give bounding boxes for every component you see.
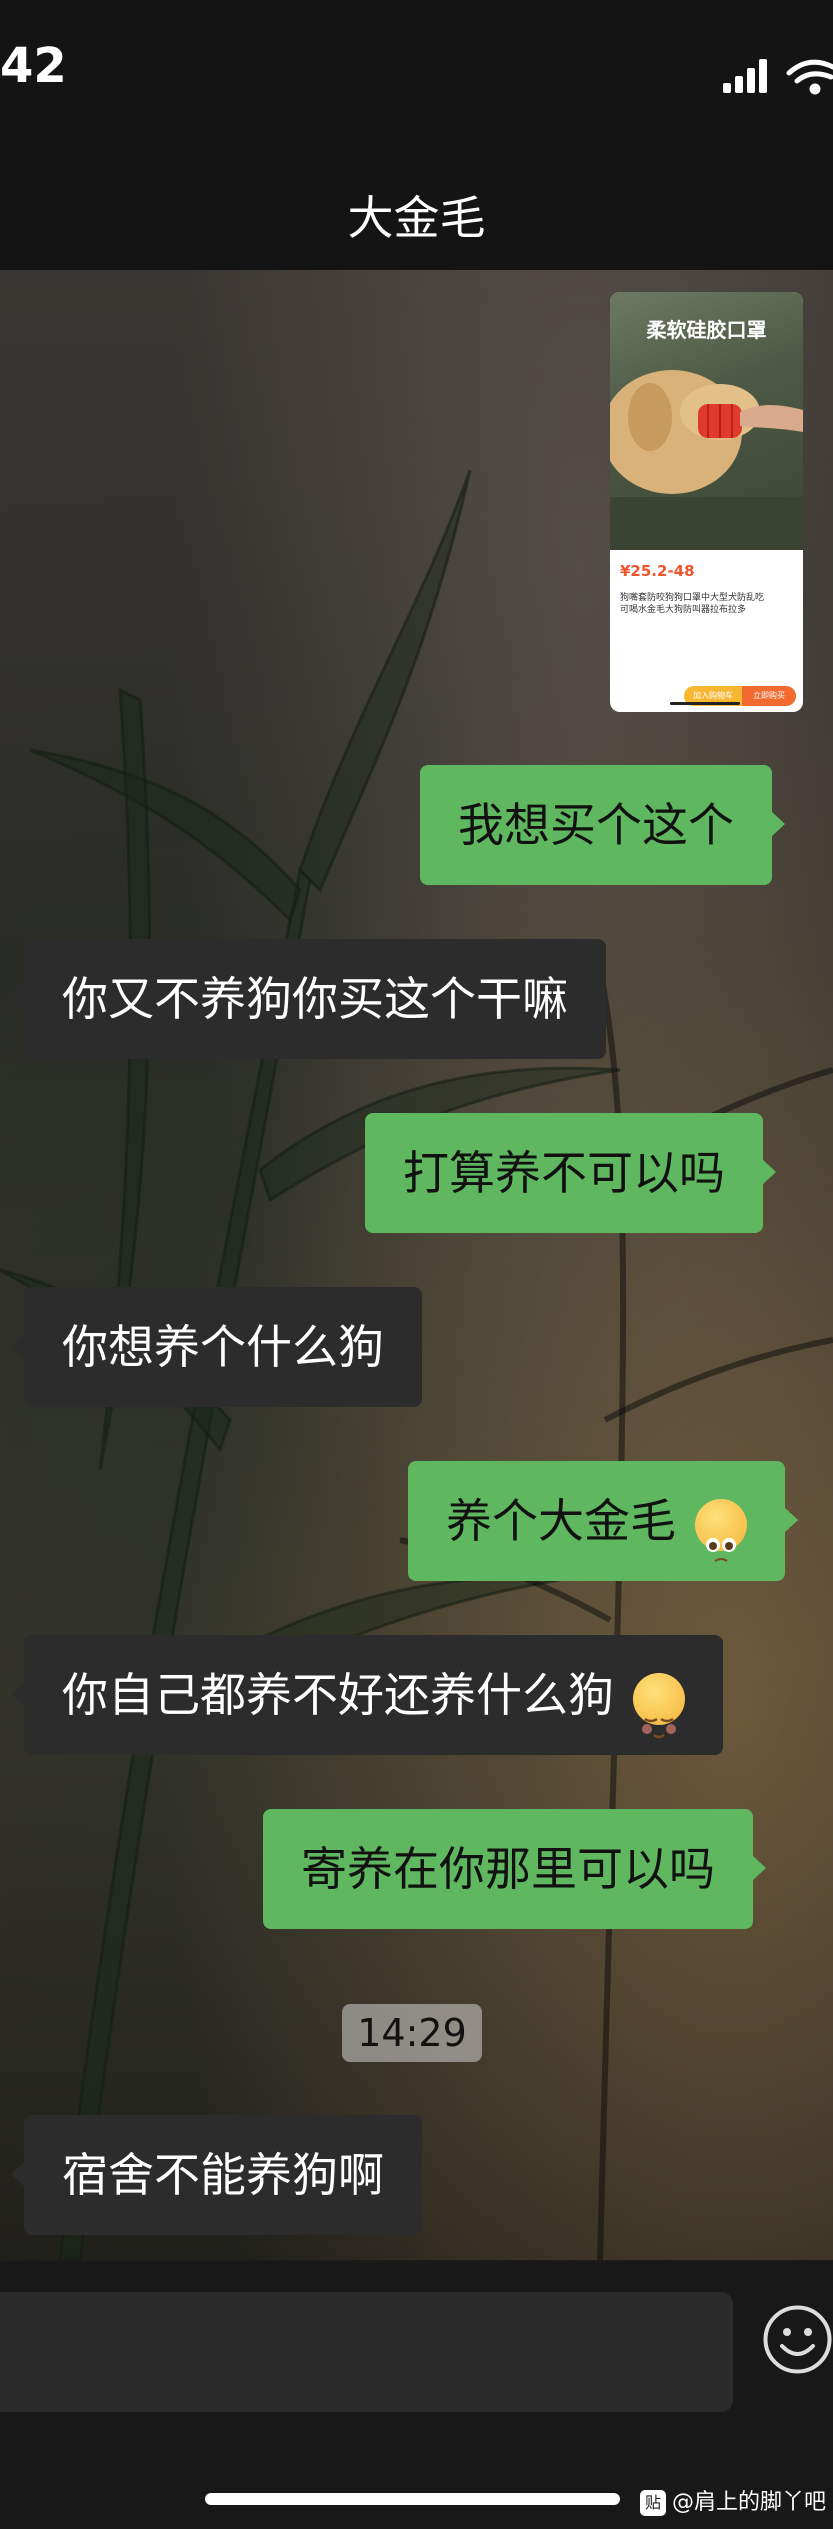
message-bubble-sent[interactable]: 养个大金毛 <box>408 1461 798 1581</box>
message-bubble-received[interactable]: 你自己都养不好还养什么狗 <box>11 1635 723 1755</box>
status-time: 42 <box>0 38 67 94</box>
product-description: 狗嘴套防咬狗狗口罩中大型犬防乱吃可喝水金毛大狗防叫器拉布拉多 <box>620 593 765 615</box>
message-bubble-received[interactable]: 你想养个什么狗 <box>11 1287 422 1407</box>
home-indicator <box>205 2493 620 2505</box>
message-bubble-received[interactable]: 你又不养狗你买这个干嘛 <box>11 939 606 1059</box>
chat-title: 大金毛 <box>347 191 486 245</box>
card-home-bar <box>670 702 740 705</box>
tieba-logo-icon: 贴 <box>640 2490 666 2516</box>
message-text: 我想买个这个 <box>458 798 734 852</box>
message-text: 宿舍不能养狗啊 <box>62 2148 384 2202</box>
status-bar: 42 <box>0 0 833 150</box>
signal-wifi-icons <box>723 59 833 95</box>
message-text: 寄养在你那里可以吗 <box>301 1842 715 1896</box>
input-bar: 贴 @肩上的脚丫吧 <box>0 2262 833 2529</box>
message-bubble-sent[interactable]: 我想买个这个 <box>420 765 785 885</box>
watermark: 贴 @肩上的脚丫吧 <box>640 2484 826 2516</box>
message-input[interactable] <box>0 2292 733 2412</box>
message-bubble-sent[interactable]: 打算养不可以吗 <box>365 1113 776 1233</box>
dog-muzzle-photo: 柔软硅胶口罩 <box>610 292 803 550</box>
wifi-icon <box>786 59 833 95</box>
product-image-message[interactable]: 柔软硅胶口罩 ¥25.2-48 狗嘴套防咬狗狗口罩中大型犬防乱吃可喝水金毛大狗防… <box>610 292 803 712</box>
emoji-button-icon[interactable] <box>762 2304 833 2375</box>
product-headline: 柔软硅胶口罩 <box>646 318 767 342</box>
buy-now-button[interactable]: 立即购买 <box>742 686 796 706</box>
chat-header: 大金毛 <box>0 150 833 270</box>
message-timestamp: 14:29 <box>342 2004 482 2062</box>
pleading-face-emoji <box>694 1498 747 1562</box>
relieved-face-emoji <box>632 1672 685 1738</box>
cellular-signal-icon <box>723 59 767 93</box>
message-text: 养个大金毛 <box>446 1494 676 1548</box>
message-bubble-received[interactable]: 宿舍不能养狗啊 <box>11 2115 422 2235</box>
message-bubble-sent[interactable]: 寄养在你那里可以吗 <box>263 1809 766 1929</box>
message-text: 你想养个什么狗 <box>62 1320 384 1374</box>
product-price: ¥25.2-48 <box>620 562 695 580</box>
message-text: 打算养不可以吗 <box>403 1146 725 1200</box>
message-text: 你又不养狗你买这个干嘛 <box>62 972 568 1026</box>
message-text: 你自己都养不好还养什么狗 <box>62 1668 614 1722</box>
watermark-text: @肩上的脚丫吧 <box>672 2490 827 2515</box>
